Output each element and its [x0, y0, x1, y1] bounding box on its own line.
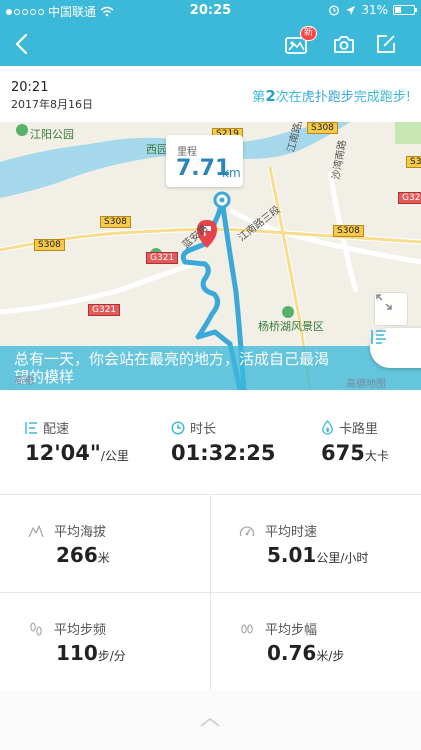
- nav-bar: 新: [0, 22, 421, 66]
- back-button[interactable]: [8, 30, 36, 58]
- footer: [0, 690, 421, 750]
- place-label: 杨桥湖风景区: [258, 320, 324, 333]
- run-header: 20:21 2017年8月16日 第2次在虎扑跑步完成跑步!: [0, 66, 421, 122]
- chevron-left-icon: [15, 33, 28, 55]
- run-date: 2017年8月16日: [11, 98, 93, 111]
- calories-value: 675: [321, 441, 365, 465]
- battery-icon: [393, 5, 417, 15]
- duration-label: 时长: [190, 422, 217, 437]
- speed-stat: 平均时速 5.01公里/小时: [211, 495, 421, 592]
- altitude-unit: 米: [97, 551, 110, 565]
- stride-value: 0.76: [267, 641, 317, 665]
- road-badge: S308: [307, 122, 338, 134]
- poi-icon: [282, 306, 294, 318]
- flame-icon: [322, 420, 333, 435]
- poi-icon: [16, 124, 28, 136]
- distance-unit: km: [222, 166, 241, 180]
- camera-icon: [334, 36, 354, 53]
- count-prefix: 第: [252, 90, 266, 105]
- stride-unit: 米/步: [316, 649, 345, 663]
- chevron-up-icon: [200, 717, 220, 727]
- pace-value: 12'04": [25, 441, 101, 465]
- cadence-label: 平均步频: [54, 623, 107, 638]
- camera-button[interactable]: [330, 30, 358, 58]
- stride-stat: 平均步幅 0.76米/步: [211, 593, 421, 690]
- count-number: 2: [265, 87, 276, 105]
- cadence-stat: 平均步频 110步/分: [0, 593, 210, 690]
- speedometer-icon: [239, 525, 255, 536]
- stride-footprints-icon: [241, 623, 253, 634]
- location-arrow-icon: [346, 5, 356, 15]
- brand-name: 虎扑跑步: [301, 90, 354, 105]
- expand-more-button[interactable]: [199, 712, 221, 731]
- split-list-button[interactable]: [370, 328, 421, 368]
- footprints-icon: [30, 621, 42, 636]
- road-badge: S308: [34, 239, 65, 251]
- pace-label: 配速: [43, 422, 70, 437]
- new-badge: 新: [299, 26, 317, 41]
- detail-stats: 平均海拔 266米 平均时速 5.01公里/小时 平均步频 110步/分 平均步…: [0, 495, 421, 691]
- place-label: 江阳公园: [30, 128, 74, 141]
- cadence-unit: 步/分: [97, 649, 126, 663]
- status-right: 31%: [328, 3, 417, 17]
- stride-label: 平均步幅: [265, 623, 318, 638]
- expand-icon: [376, 294, 392, 310]
- edit-share-icon: [377, 35, 395, 53]
- speed-label: 平均时速: [265, 525, 318, 540]
- pace-unit: /公里: [100, 449, 129, 463]
- place-label: 西园: [146, 143, 168, 156]
- alarm-icon: [329, 5, 340, 16]
- grid-divider-horizontal: [0, 592, 421, 593]
- map-logo: 高德地图: [346, 379, 386, 390]
- calories-label: 卡路里: [339, 422, 379, 437]
- altitude-label: 平均海拔: [54, 525, 107, 540]
- speed-unit: 公里/小时: [316, 551, 369, 565]
- duration-value: 01:32:25: [171, 441, 276, 465]
- count-suffix: 完成跑步!: [353, 90, 411, 105]
- road-badge: G321: [398, 192, 421, 204]
- road-badge: S3: [406, 156, 421, 168]
- badge-gallery-button[interactable]: 新: [283, 26, 317, 58]
- altitude-stat: 平均海拔 266米: [0, 495, 210, 592]
- altitude-value: 266: [56, 543, 98, 567]
- status-bar: 中国联通 20:25 31%: [0, 0, 421, 22]
- run-start-time: 20:21: [11, 80, 49, 95]
- route-map[interactable]: 江阳公园 西园 杨桥湖风景区 江南路四段 沙湾南路 江南路三段 蓝安路 S219…: [0, 122, 421, 390]
- speed-value: 5.01: [267, 543, 317, 567]
- mountain-icon: [28, 524, 44, 537]
- count-mid: 次在: [275, 90, 302, 105]
- road-badge: S308: [333, 225, 364, 237]
- distance-card: 里程 7.71 km: [166, 135, 243, 187]
- run-count-text: 第2次在虎扑跑步完成跑步!: [252, 86, 411, 105]
- cadence-value: 110: [56, 641, 98, 665]
- road-badge: G321: [146, 252, 179, 264]
- battery-percent: 31%: [361, 3, 388, 17]
- road-badge: S308: [100, 216, 131, 228]
- expand-map-button[interactable]: [374, 292, 408, 326]
- clock-icon: [171, 420, 185, 435]
- calories-unit: 大卡: [364, 449, 389, 463]
- map-attribution-left: 高德: [14, 376, 34, 387]
- share-button[interactable]: [372, 30, 400, 58]
- park-area: [395, 122, 421, 144]
- road-badge: G321: [88, 304, 121, 316]
- list-icon: [371, 330, 386, 344]
- pace-icon: [25, 421, 37, 434]
- primary-stats: 配速 12'04"/公里 时长 01:32:25 卡路里 675大卡: [0, 405, 421, 495]
